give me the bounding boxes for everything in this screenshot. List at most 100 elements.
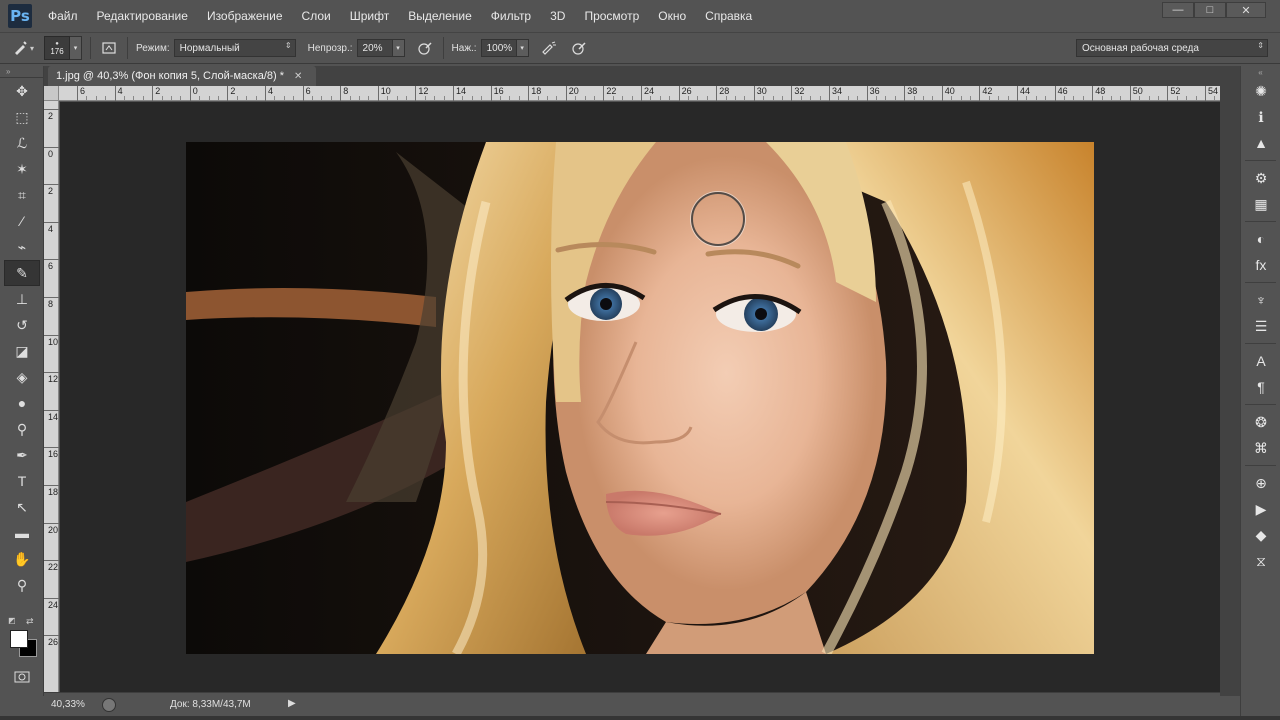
ruler-origin[interactable] (44, 86, 59, 101)
menu-layers[interactable]: Слои (302, 9, 331, 23)
blur-tool[interactable]: ● (4, 390, 40, 416)
menu-type[interactable]: Шрифт (350, 9, 389, 23)
ruler-tick: 36 (866, 86, 880, 101)
workspace-select[interactable]: Основная рабочая среда ⇕ (1076, 39, 1268, 57)
ruler-tick-label: 2 (48, 111, 54, 121)
ruler-minor-tick (1139, 96, 1141, 100)
airbrush-icon[interactable] (539, 38, 559, 58)
paths-panel-icon[interactable]: ⌘ (1245, 435, 1277, 461)
paint-bucket-tool[interactable]: ◈ (4, 364, 40, 390)
zoom-level-field[interactable]: 40,33% (48, 697, 96, 713)
brush-picker-arrow[interactable]: ▾ (70, 36, 83, 60)
menu-filter[interactable]: Фильтр (491, 9, 531, 23)
ruler-tick-label: 34 (832, 86, 843, 96)
toolbar-grip[interactable]: » (0, 66, 43, 78)
history-panel-icon[interactable]: ⧖ (1245, 548, 1277, 574)
brush-tool-preset-icon[interactable] (10, 38, 30, 58)
ruler-minor-tick (697, 96, 699, 100)
pen-tool[interactable]: ✒ (4, 442, 40, 468)
portrait-image (186, 142, 1094, 654)
path-selection-tool[interactable]: ↖ (4, 494, 40, 520)
opacity-dropdown-arrow[interactable]: ▾ (392, 39, 405, 57)
healing-brush-tool[interactable]: ⌁ (4, 234, 40, 260)
crop-tool[interactable]: ⌗ (4, 182, 40, 208)
adjustments-panel-icon[interactable]: ⚙ (1245, 165, 1277, 191)
eyedropper-tool[interactable]: ⁄ (4, 208, 40, 234)
ruler-tick: 34 (829, 86, 842, 101)
ruler-minor-tick (547, 96, 548, 100)
menu-image[interactable]: Изображение (207, 9, 283, 23)
crop-tool-icon: ⌗ (18, 186, 26, 203)
rectangle-tool[interactable]: ▬ (4, 520, 40, 546)
info-panel-icon[interactable]: ℹ (1245, 104, 1277, 130)
close-button[interactable]: ✕ (1226, 2, 1266, 18)
pressure-opacity-icon[interactable] (415, 38, 435, 58)
ruler-minor-tick (631, 96, 633, 100)
mode-select[interactable]: Нормальный ⇕ (173, 39, 296, 57)
actions-panel-icon[interactable]: ▶ (1245, 496, 1277, 522)
brush-presets-panel-icon[interactable]: ♆ (1245, 287, 1277, 313)
type-tool[interactable]: T (4, 468, 40, 494)
menu-3d[interactable]: 3D (550, 9, 565, 23)
ruler-minor-tick (255, 96, 257, 100)
menu-window[interactable]: Окно (658, 9, 686, 23)
brush-panel-toggle-icon[interactable] (99, 38, 119, 58)
ruler-tick: 2 (44, 109, 59, 121)
fx-panel-icon[interactable]: fx (1245, 252, 1277, 278)
minimize-button[interactable]: — (1162, 2, 1194, 18)
clone-stamp-tool[interactable]: ⊥ (4, 286, 40, 312)
brush-tool[interactable]: ✎ (4, 260, 40, 286)
ruler-tick-label: 16 (493, 86, 504, 96)
menu-select[interactable]: Выделение (408, 9, 472, 23)
menu-help[interactable]: Справка (705, 9, 752, 23)
ruler-minor-tick (124, 96, 125, 100)
clone-source-panel-icon[interactable]: ⊕ (1245, 470, 1277, 496)
status-menu-arrow-icon[interactable]: ▶ (288, 698, 296, 709)
hand-tool[interactable]: ✋ (4, 546, 40, 572)
marquee-tool[interactable]: ⬚ (4, 104, 40, 130)
paragraph-panel-icon[interactable]: ¶ (1245, 374, 1277, 400)
color-panel-icon[interactable]: ✺ (1245, 78, 1277, 104)
quick-mask-icon[interactable] (4, 664, 40, 690)
zoom-tool[interactable]: ⚲ (4, 572, 40, 598)
character-panel-icon[interactable]: A (1245, 348, 1277, 374)
close-icon[interactable]: ✕ (294, 71, 302, 82)
move-tool[interactable]: ✥ (4, 78, 40, 104)
panel-strip-grip[interactable]: « (1241, 66, 1280, 78)
histogram-panel-icon[interactable]: ▲ (1245, 130, 1277, 156)
status-info-icon[interactable] (102, 697, 116, 712)
brush-settings-panel-icon[interactable]: ☰ (1245, 313, 1277, 339)
layers-panel-icon[interactable]: ◆ (1245, 522, 1277, 548)
history-brush-tool[interactable]: ↺ (4, 312, 40, 338)
pressure-dropdown-arrow[interactable]: ▾ (516, 39, 529, 57)
dodge-tool[interactable]: ⚲ (4, 416, 40, 442)
swap-colors-icon[interactable]: ⇄ (26, 616, 34, 627)
pressure-size-icon[interactable] (569, 38, 589, 58)
ruler-minor-tick (1176, 96, 1178, 100)
ruler-tick-label: 20 (48, 524, 59, 535)
channels-panel-icon[interactable]: ❂ (1245, 409, 1277, 435)
lasso-tool[interactable]: ℒ (4, 130, 40, 156)
pressure-input[interactable]: 100% (480, 39, 517, 57)
menu-edit[interactable]: Редактирование (97, 9, 188, 23)
default-colors-icon[interactable]: ◩ (8, 616, 16, 625)
separator (90, 37, 92, 59)
document-tab[interactable]: 1.jpg @ 40,3% (Фон копия 5, Слой-маска/8… (48, 66, 316, 86)
document-photo[interactable] (186, 142, 1094, 654)
swatches-panel-icon[interactable]: ▦ (1245, 191, 1277, 217)
brush-size-picker[interactable]: ● 176 (44, 36, 71, 60)
menu-file[interactable]: Файл (48, 9, 78, 23)
styles-panel-icon[interactable]: ◐ (1245, 226, 1277, 252)
ruler-tick: 38 (904, 86, 917, 101)
eraser-tool[interactable]: ◪ (4, 338, 40, 364)
maximize-button[interactable]: □ (1194, 2, 1226, 18)
opacity-input[interactable]: 20% (356, 39, 393, 57)
tool-preset-dropdown-arrow[interactable]: ▾ (30, 44, 34, 53)
ruler-tick: 50 (1129, 86, 1143, 101)
magic-wand-tool[interactable]: ✶ (4, 156, 40, 182)
ruler-tick: 2 (44, 184, 59, 196)
canvas-area[interactable] (60, 102, 1220, 692)
ruler-tick: 0 (189, 86, 198, 101)
menu-view[interactable]: Просмотр (584, 9, 639, 23)
foreground-color-swatch[interactable] (10, 630, 28, 648)
